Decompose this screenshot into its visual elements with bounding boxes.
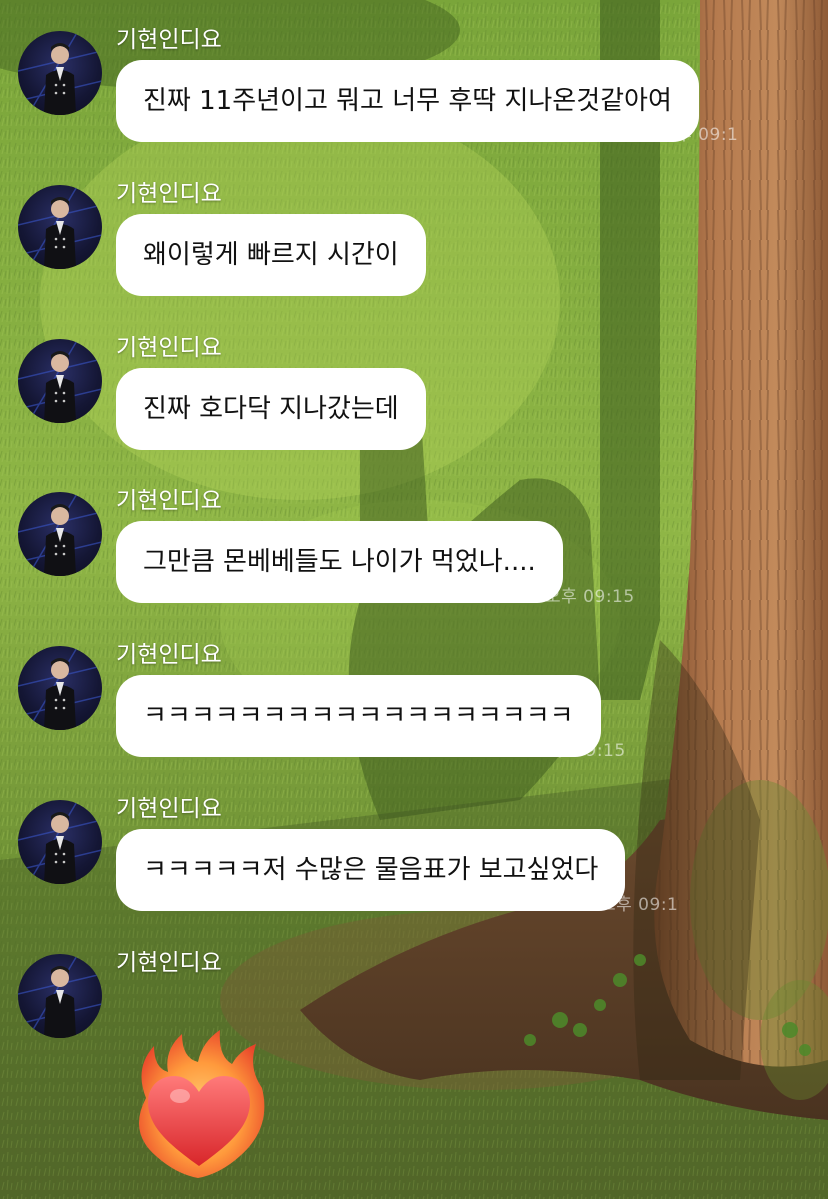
sender-name: 기현인디요 [116,27,222,53]
sender-name: 기현인디요 [116,181,222,207]
avatar[interactable] [18,646,102,730]
message-timestamp: 오후 09:1 [660,125,739,145]
message-bubble[interactable]: 그만큼 몬베베들도 나이가 먹었나.... [116,521,563,603]
message-bubble[interactable]: ㅋㅋㅋㅋㅋㅋㅋㅋㅋㅋㅋㅋㅋㅋㅋㅋㅋㅋ [116,675,601,757]
message-bubble[interactable]: 진짜 11주년이고 뭐고 너무 후딱 지나온것같아여 [116,60,699,142]
message-timestamp: 오후 09:15 [545,587,635,607]
sender-name: 기현인디요 [116,335,222,361]
message-bubble[interactable]: ㅋㅋㅋㅋㅋ저 수많은 물음표가 보고싶었다 [116,829,626,911]
avatar[interactable] [18,492,102,576]
message-timestamp: 오후 09:1 [600,895,679,915]
sender-name: 기현인디요 [116,796,222,822]
message-timestamp: 오후 09:15 [536,741,626,761]
avatar[interactable] [18,185,102,269]
heart-on-fire-icon [138,1030,265,1178]
sender-name: 기현인디요 [116,950,222,976]
message-bubble[interactable]: 진짜 호다닥 지나갔는데 [116,368,426,450]
avatar[interactable] [18,339,102,423]
avatar[interactable] [18,800,102,884]
sender-name: 기현인디요 [116,488,222,514]
avatar[interactable] [18,954,102,1038]
avatar[interactable] [18,31,102,115]
sender-name: 기현인디요 [116,642,222,668]
message-bubble[interactable]: 왜이렇게 빠르지 시간이 [116,214,426,296]
